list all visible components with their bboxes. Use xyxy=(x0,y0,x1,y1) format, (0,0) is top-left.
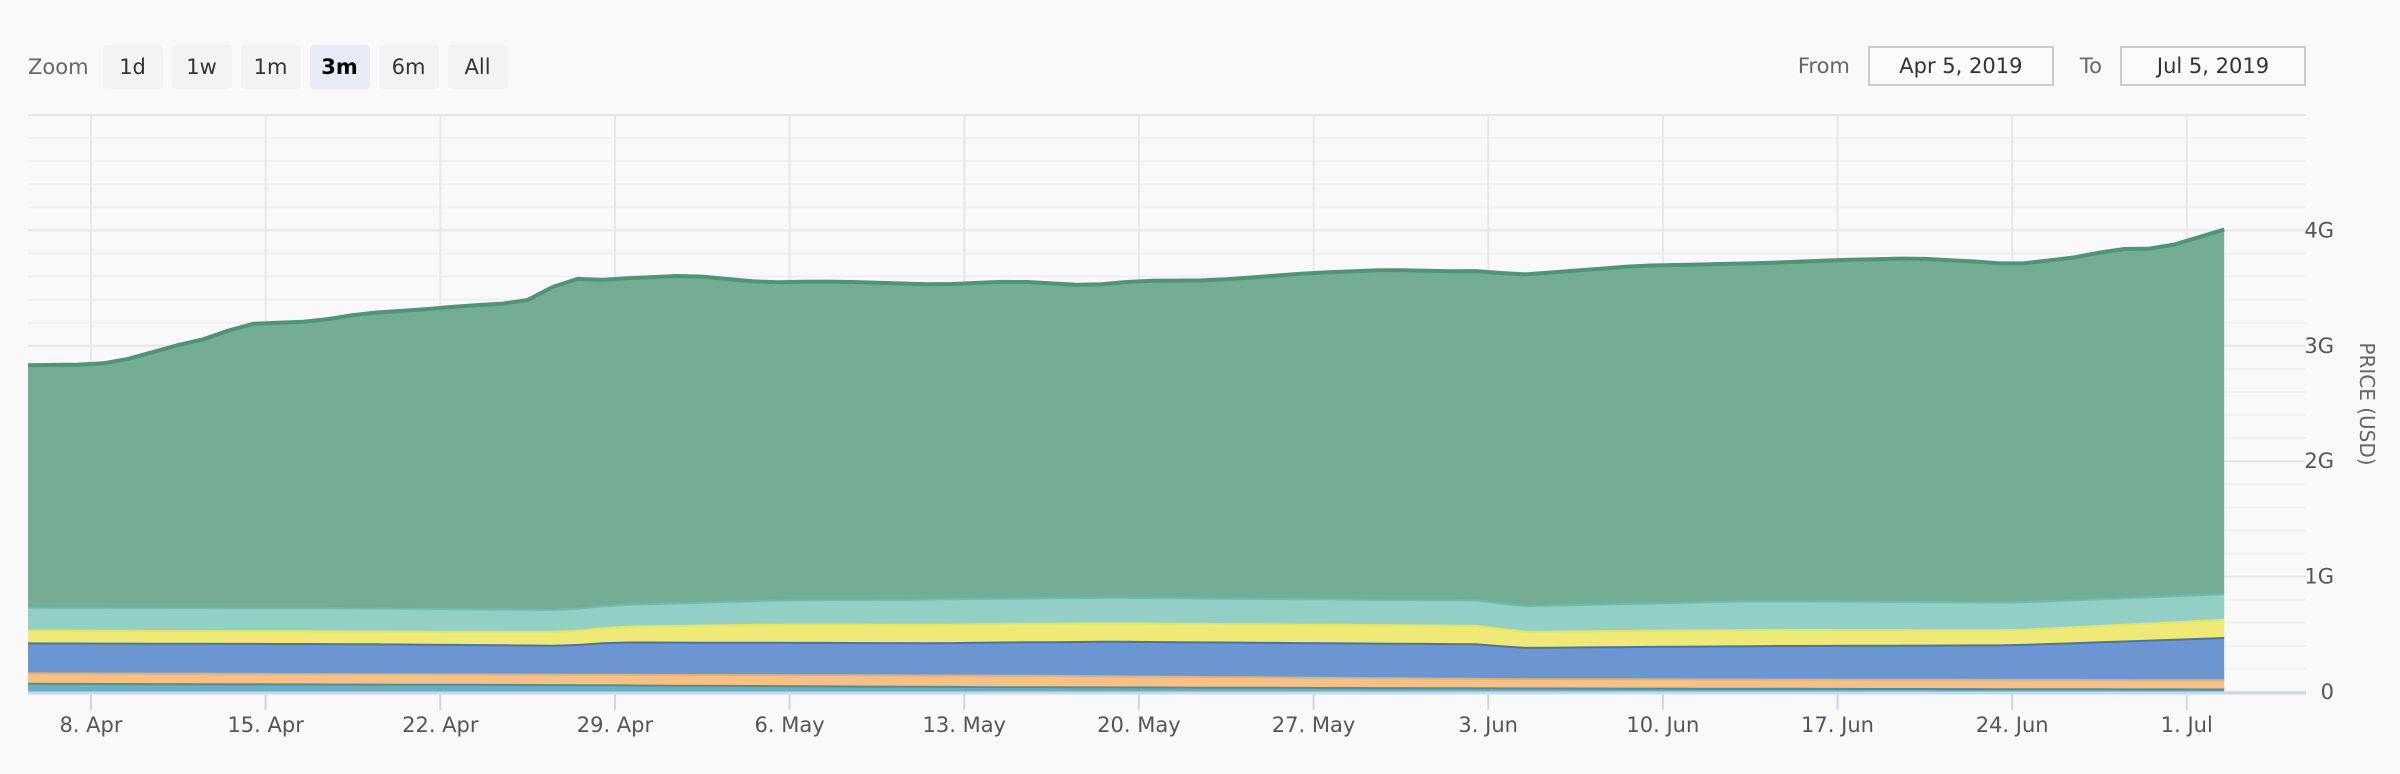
x-tick-label: 17. Jun xyxy=(1801,713,1874,737)
x-tick-label: 22. Apr xyxy=(402,713,479,737)
y-axis: 0 1G 2G 3G 4G xyxy=(2304,218,2334,704)
x-tick-label: 1. Jul xyxy=(2161,713,2213,737)
series-6-area xyxy=(28,229,2225,609)
x-tick-label: 10. Jun xyxy=(1626,713,1699,737)
y-tick-label: 1G xyxy=(2304,565,2334,589)
x-tick-label: 8. Apr xyxy=(59,713,122,737)
x-tick-label: 27. May xyxy=(1272,713,1356,737)
x-tick-label: 13. May xyxy=(923,713,1007,737)
y-tick-label: 3G xyxy=(2304,334,2334,358)
x-tick-label: 24. Jun xyxy=(1976,713,2049,737)
x-tick-label: 29. Apr xyxy=(577,713,654,737)
y-axis-title: PRICE (USD) xyxy=(2355,342,2379,465)
x-tick-label: 3. Jun xyxy=(1458,713,1518,737)
x-tick-label: 20. May xyxy=(1097,713,1181,737)
y-tick-label: 2G xyxy=(2304,449,2334,473)
x-tick-label: 6. May xyxy=(755,713,825,737)
y-tick-label: 0 xyxy=(2321,680,2334,704)
stacked-area-chart: 8. Apr 15. Apr 22. Apr 29. Apr 6. May 13. May… xyxy=(27,114,2379,737)
y-tick-label: 4G xyxy=(2304,218,2334,242)
x-axis: 8. Apr 15. Apr 22. Apr 29. Apr 6. May 13. May… xyxy=(28,691,2306,737)
x-tick-label: 15. Apr xyxy=(227,713,304,737)
